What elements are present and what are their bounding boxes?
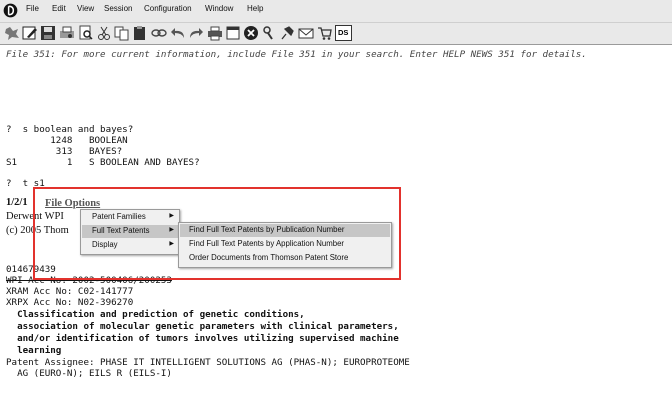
- news-line: File 351: For more current information, …: [6, 49, 587, 60]
- record-number: 014679439: [6, 264, 56, 275]
- save-icon[interactable]: [40, 25, 56, 41]
- mail-icon[interactable]: [298, 25, 314, 41]
- xrpx-acc-line: XRPX Acc No: N02-396270: [6, 297, 134, 308]
- full-text-submenu: Find Full Text Patents by Publication Nu…: [178, 222, 392, 268]
- stop-icon[interactable]: [243, 25, 259, 41]
- menu-file[interactable]: File: [26, 4, 39, 13]
- menu-edit[interactable]: Edit: [52, 4, 66, 13]
- output-line: 313 BAYES?: [6, 146, 123, 157]
- cart-icon[interactable]: [317, 25, 333, 41]
- window-icon[interactable]: [225, 25, 241, 41]
- link-icon[interactable]: [151, 25, 167, 41]
- ctx-item-display[interactable]: Display ▶: [82, 239, 178, 252]
- submenu-arrow-icon: ▶: [169, 227, 174, 233]
- new-icon[interactable]: [4, 25, 20, 41]
- menu-window[interactable]: Window: [205, 4, 233, 13]
- ctx-item-label: Full Text Patents: [92, 226, 150, 235]
- assignee-line: AG (EURO-N); EILS R (EILS-I): [6, 368, 172, 379]
- find-icon[interactable]: [78, 25, 94, 41]
- submenu-item-order-documents[interactable]: Order Documents from Thomson Patent Stor…: [180, 252, 390, 265]
- command-line: ? t s1: [6, 178, 45, 189]
- menu-view[interactable]: View: [77, 4, 94, 13]
- submenu-item-label: Order Documents from Thomson Patent Stor…: [189, 253, 349, 262]
- ctx-item-label: Patent Families: [92, 212, 146, 221]
- ds-button[interactable]: DS: [335, 25, 352, 41]
- edit-icon[interactable]: [22, 25, 38, 41]
- wpi-acc-line: WPI Acc No: 2002-500406/200253: [6, 275, 172, 286]
- copyright-line: (c) 2005 Thom: [6, 225, 69, 236]
- ctx-item-label: Display: [92, 240, 118, 249]
- cut-icon[interactable]: [96, 25, 112, 41]
- menu-configuration[interactable]: Configuration: [144, 4, 192, 13]
- printer-icon[interactable]: [207, 25, 223, 41]
- file-options-link[interactable]: File Options: [45, 198, 100, 209]
- title-line: Classification and prediction of genetic…: [6, 309, 305, 320]
- submenu-item-by-publication[interactable]: Find Full Text Patents by Publication Nu…: [180, 224, 390, 237]
- submenu-arrow-icon: ▶: [169, 241, 174, 247]
- ctx-item-patent-families[interactable]: Patent Families ▶: [82, 211, 178, 224]
- menu-session[interactable]: Session: [104, 4, 132, 13]
- undo-icon[interactable]: [170, 25, 186, 41]
- context-menu: Patent Families ▶ Full Text Patents ▶ Di…: [80, 209, 180, 255]
- print-preview-icon[interactable]: [59, 25, 75, 41]
- menu-bar: File Edit View Session Configuration Win…: [0, 0, 672, 23]
- pin-icon[interactable]: [279, 25, 295, 41]
- title-line: and/or identification of tumors involves…: [6, 333, 399, 344]
- submenu-arrow-icon: ▶: [169, 213, 174, 219]
- title-line: association of molecular genetic paramet…: [6, 321, 399, 332]
- ctx-item-full-text-patents[interactable]: Full Text Patents ▶: [82, 225, 178, 238]
- database-name: Derwent WPI: [6, 211, 64, 222]
- menu-help[interactable]: Help: [247, 4, 263, 13]
- command-line: ? s boolean and bayes?: [6, 124, 134, 135]
- paste-icon[interactable]: [132, 25, 148, 41]
- copy-icon[interactable]: [114, 25, 130, 41]
- ds-label: DS: [338, 28, 349, 37]
- submenu-item-label: Find Full Text Patents by Publication Nu…: [189, 225, 345, 234]
- output-line: S1 1 S BOOLEAN AND BAYES?: [6, 157, 200, 168]
- assignee-line: Patent Assignee: PHASE IT INTELLIGENT SO…: [6, 357, 410, 368]
- xram-acc-line: XRAM Acc No: C02-141777: [6, 286, 134, 297]
- toolbar: DS: [0, 23, 672, 45]
- submenu-item-label: Find Full Text Patents by Application Nu…: [189, 239, 345, 248]
- tools-icon[interactable]: [261, 25, 277, 41]
- app-logo-icon: [3, 3, 18, 18]
- output-line: 1248 BOOLEAN: [6, 135, 128, 146]
- record-id: 1/2/1: [6, 197, 28, 208]
- redo-icon[interactable]: [188, 25, 204, 41]
- submenu-item-by-application[interactable]: Find Full Text Patents by Application Nu…: [180, 238, 390, 251]
- title-line: learning: [6, 345, 62, 356]
